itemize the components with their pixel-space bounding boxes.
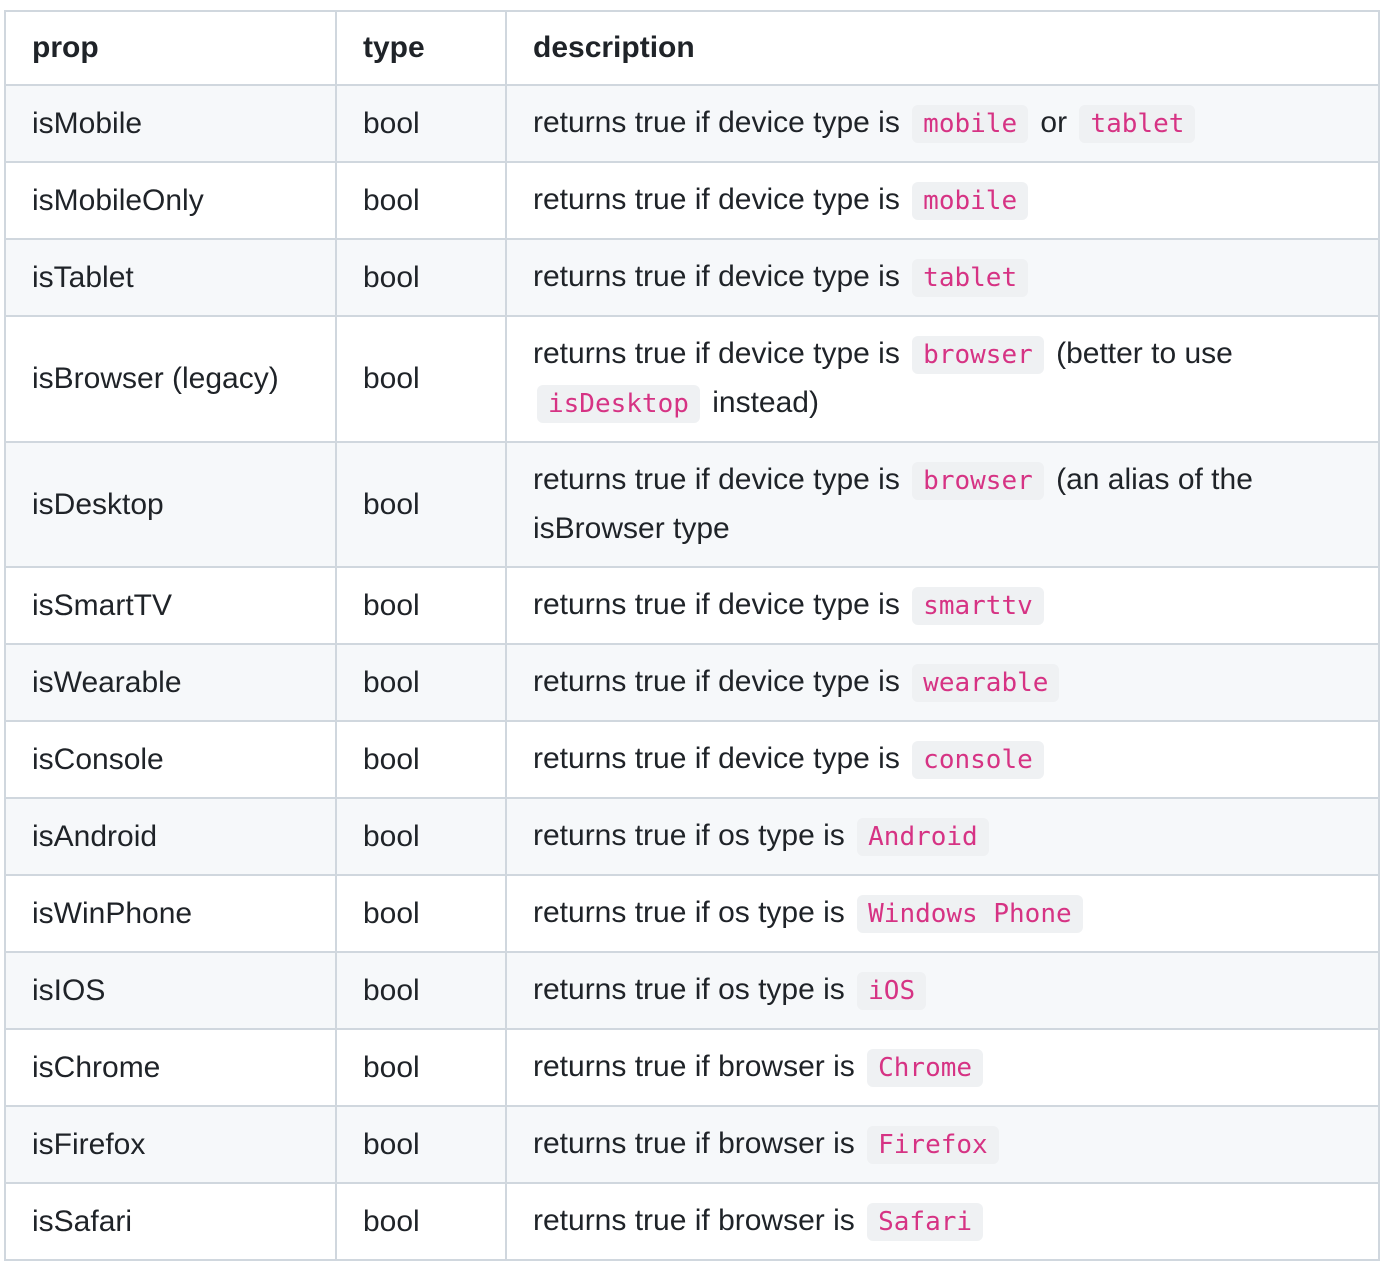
- description-text: returns true if browser is: [533, 1204, 864, 1237]
- description-text: instead): [703, 386, 819, 419]
- description-cell: returns true if device type is console: [505, 720, 1380, 799]
- prop-cell: isDesktop: [4, 441, 337, 568]
- type-cell: bool: [335, 566, 507, 645]
- type-cell: bool: [335, 441, 507, 568]
- table-row: isFirefox bool returns true if browser is …: [4, 1105, 1380, 1184]
- prop-cell: isChrome: [4, 1028, 337, 1107]
- prop-cell: isWearable: [4, 643, 337, 722]
- description-text: returns true if browser is: [533, 1127, 864, 1160]
- code-value: mobile: [912, 182, 1029, 220]
- props-table-container: prop type description isMobile bool return…: [4, 10, 1380, 1261]
- type-cell: bool: [335, 161, 507, 240]
- description-cell: returns true if device type is browser (…: [505, 441, 1380, 568]
- table-row: isSafari bool returns true if browser is S…: [4, 1182, 1380, 1261]
- code-value: Safari: [867, 1203, 984, 1241]
- type-cell: bool: [335, 1182, 507, 1261]
- description-cell: returns true if os type is Android: [505, 797, 1380, 876]
- description-text: returns true if device type is: [533, 665, 909, 698]
- type-cell: bool: [335, 720, 507, 799]
- description-cell: returns true if browser is Safari: [505, 1182, 1380, 1261]
- prop-cell: isSafari: [4, 1182, 337, 1261]
- prop-cell: isConsole: [4, 720, 337, 799]
- header-prop: prop: [4, 10, 337, 86]
- type-cell: bool: [335, 238, 507, 317]
- type-cell: bool: [335, 797, 507, 876]
- prop-cell: isMobile: [4, 84, 337, 163]
- table-row: isIOS bool returns true if os type is iOS: [4, 951, 1380, 1030]
- description-cell: returns true if os type is Windows Phone: [505, 874, 1380, 953]
- table-row: isTablet bool returns true if device type …: [4, 238, 1380, 317]
- description-cell: returns true if device type is mobile or…: [505, 84, 1380, 163]
- code-value: tablet: [912, 259, 1029, 297]
- description-text: returns true if device type is: [533, 337, 909, 370]
- code-value: console: [912, 741, 1044, 779]
- code-value: wearable: [912, 664, 1060, 702]
- description-cell: returns true if browser is Chrome: [505, 1028, 1380, 1107]
- table-row: isMobile bool returns true if device type …: [4, 84, 1380, 163]
- description-text: returns true if os type is: [533, 973, 854, 1006]
- description-text: returns true if device type is: [533, 463, 909, 496]
- type-cell: bool: [335, 84, 507, 163]
- type-cell: bool: [335, 951, 507, 1030]
- prop-cell: isWinPhone: [4, 874, 337, 953]
- table-row: isConsole bool returns true if device type…: [4, 720, 1380, 799]
- description-cell: returns true if device type is browser (…: [505, 315, 1380, 443]
- type-cell: bool: [335, 315, 507, 443]
- description-cell: returns true if device type is tablet: [505, 238, 1380, 317]
- table-row: isBrowser (legacy) bool returns true if de…: [4, 315, 1380, 443]
- table-row: isDesktop bool returns true if device type…: [4, 441, 1380, 568]
- prop-cell: isBrowser (legacy): [4, 315, 337, 443]
- prop-cell: isMobileOnly: [4, 161, 337, 240]
- description-cell: returns true if device type is mobile: [505, 161, 1380, 240]
- description-cell: returns true if browser is Firefox: [505, 1105, 1380, 1184]
- code-value: Chrome: [867, 1049, 984, 1087]
- description-text: returns true if browser is: [533, 1050, 864, 1083]
- description-cell: returns true if device type is wearable: [505, 643, 1380, 722]
- table-body: isMobile bool returns true if device type …: [4, 84, 1380, 1261]
- header-type: type: [335, 10, 507, 86]
- table-row: isAndroid bool returns true if os type is …: [4, 797, 1380, 876]
- table-row: isWearable bool returns true if device typ…: [4, 643, 1380, 722]
- code-value: Windows Phone: [857, 895, 1083, 933]
- code-value: Firefox: [867, 1126, 999, 1164]
- table-row: isSmartTV bool returns true if device type…: [4, 566, 1380, 645]
- prop-cell: isAndroid: [4, 797, 337, 876]
- code-value: tablet: [1079, 105, 1196, 143]
- prop-cell: isIOS: [4, 951, 337, 1030]
- code-value: browser: [912, 336, 1044, 374]
- type-cell: bool: [335, 874, 507, 953]
- code-value: mobile: [912, 105, 1029, 143]
- description-text: or: [1032, 106, 1076, 139]
- props-table: prop type description isMobile bool return…: [4, 10, 1380, 1261]
- prop-cell: isTablet: [4, 238, 337, 317]
- description-text: returns true if device type is: [533, 260, 909, 293]
- description-text: returns true if device type is: [533, 106, 909, 139]
- description-cell: returns true if device type is smarttv: [505, 566, 1380, 645]
- code-value: smarttv: [912, 587, 1044, 625]
- code-value: iOS: [857, 972, 927, 1010]
- table-row: isChrome bool returns true if browser is C…: [4, 1028, 1380, 1107]
- type-cell: bool: [335, 1105, 507, 1184]
- description-text: returns true if device type is: [533, 588, 909, 621]
- type-cell: bool: [335, 643, 507, 722]
- prop-cell: isSmartTV: [4, 566, 337, 645]
- description-text: returns true if device type is: [533, 183, 909, 216]
- table-row: isMobileOnly bool returns true if device t…: [4, 161, 1380, 240]
- description-cell: returns true if os type is iOS: [505, 951, 1380, 1030]
- description-text: returns true if os type is: [533, 819, 854, 852]
- description-text: returns true if os type is: [533, 896, 854, 929]
- code-value: isDesktop: [537, 385, 700, 423]
- description-text: (better to use: [1047, 337, 1233, 370]
- table-row: isWinPhone bool returns true if os type is…: [4, 874, 1380, 953]
- code-value: Android: [857, 818, 989, 856]
- code-value: browser: [912, 462, 1044, 500]
- header-row: prop type description: [4, 10, 1380, 86]
- table-header: prop type description: [4, 10, 1380, 86]
- type-cell: bool: [335, 1028, 507, 1107]
- header-description: description: [505, 10, 1380, 86]
- prop-cell: isFirefox: [4, 1105, 337, 1184]
- description-text: returns true if device type is: [533, 742, 909, 775]
